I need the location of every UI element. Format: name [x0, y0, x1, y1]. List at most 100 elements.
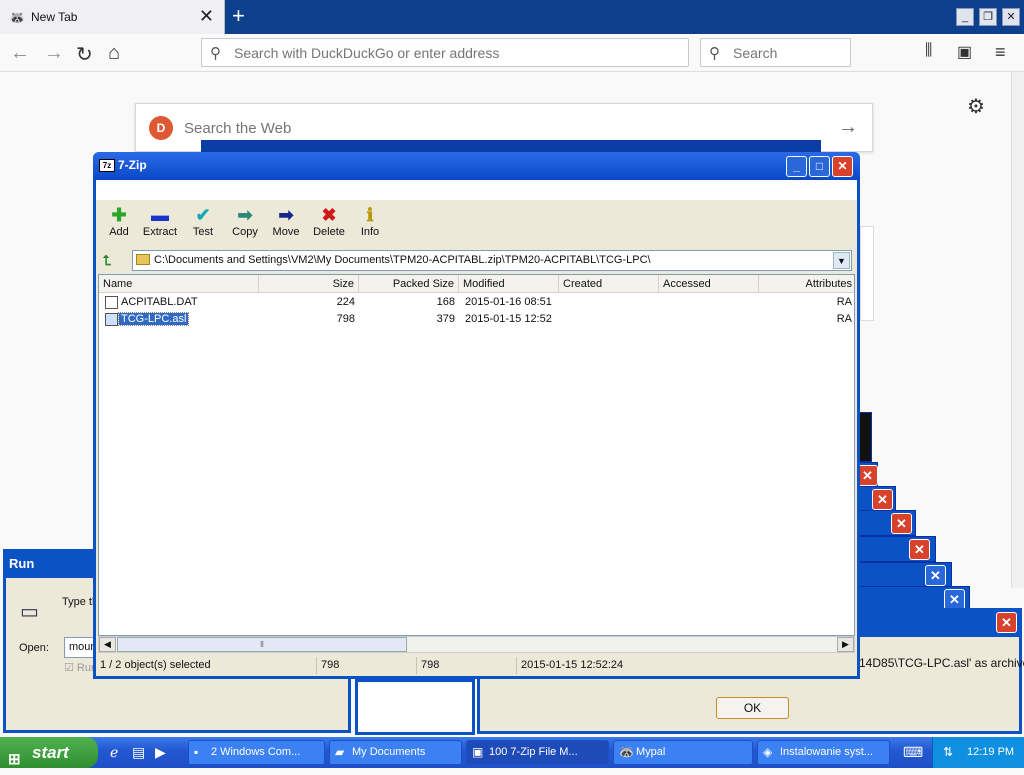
- maximize-button[interactable]: □: [809, 156, 830, 177]
- task-label: 2 Windows Com...: [211, 746, 301, 758]
- task-my-documents[interactable]: ▰ My Documents: [329, 740, 462, 765]
- page-scrollbar[interactable]: [1011, 72, 1024, 588]
- content-card: [860, 226, 874, 321]
- gear-icon[interactable]: ⚙: [967, 94, 985, 119]
- close-icon[interactable]: ✕: [857, 465, 878, 486]
- file-size: 224: [336, 296, 355, 308]
- test-button[interactable]: ✔ Test: [181, 204, 225, 238]
- test-icon: ✔: [195, 205, 211, 225]
- column-created[interactable]: Created: [559, 275, 659, 293]
- file-modified: 2015-01-15 12:52: [465, 313, 552, 325]
- minimize-window-button[interactable]: _: [956, 8, 974, 26]
- library-icon[interactable]: ⫼: [925, 42, 932, 60]
- new-tab-icon[interactable]: +: [232, 3, 245, 29]
- close-icon[interactable]: ✕: [925, 565, 946, 586]
- copy-button[interactable]: ➡ Copy: [223, 204, 267, 238]
- copy-label: Copy: [232, 226, 258, 238]
- task-installer[interactable]: ◈ Instalowanie syst...: [757, 740, 890, 765]
- restore-window-button[interactable]: ❐: [979, 8, 997, 26]
- task-mypal[interactable]: 🦝 Mypal: [613, 740, 753, 765]
- file-name: ACPITABL.DAT: [121, 296, 198, 308]
- column-modified[interactable]: Modified: [459, 275, 559, 293]
- close-icon[interactable]: ✕: [996, 612, 1017, 633]
- ie-icon[interactable]: ℯ: [110, 744, 118, 761]
- file-icon: [105, 313, 118, 326]
- search-icon: ⚲: [210, 45, 221, 62]
- mypal-favicon-icon: 🦝: [9, 10, 26, 25]
- file-attributes: RA: [836, 296, 852, 308]
- chevron-down-icon[interactable]: ▼: [833, 252, 850, 269]
- column-accessed[interactable]: Accessed: [659, 275, 759, 293]
- dialog-message: 1​4D85\TCG-LPC.asl' as archive: [859, 656, 1024, 670]
- forward-icon[interactable]: →: [44, 42, 64, 65]
- url-input[interactable]: [232, 44, 672, 62]
- back-icon[interactable]: ←: [10, 42, 30, 65]
- tab-new-tab[interactable]: 🦝 New Tab ✕: [0, 0, 225, 34]
- add-label: Add: [109, 226, 129, 238]
- keyboard-icon[interactable]: ⌨: [903, 744, 923, 761]
- close-icon[interactable]: ✕: [872, 489, 893, 510]
- info-button[interactable]: ℹ Info: [348, 204, 392, 238]
- status-modified: 2015-01-15 12:52:24: [516, 657, 623, 674]
- menu-icon[interactable]: ≡: [995, 42, 1006, 63]
- start-button[interactable]: ⊞ start: [0, 737, 98, 768]
- path-row: ⮤ C:\Documents and Settings\VM2\My Docum…: [96, 250, 857, 272]
- window-titlebar: 7z 7-Zip _ □ ✕: [93, 152, 860, 180]
- browser-nav-bar: ← → ↻ ⌂ ⚲ ⚲ ⫼ ▣ ≡: [0, 34, 1024, 72]
- folder-icon: ▰: [335, 745, 345, 759]
- background-dialog: ✕: [857, 462, 878, 488]
- delete-button[interactable]: ✖ Delete: [307, 204, 351, 238]
- path-combobox[interactable]: C:\Documents and Settings\VM2\My Documen…: [132, 250, 852, 271]
- folder-up-icon[interactable]: ⮤: [103, 252, 111, 269]
- media-player-icon[interactable]: ▶: [155, 744, 166, 761]
- scroll-right-icon[interactable]: ▶: [837, 637, 854, 652]
- url-bar[interactable]: ⚲: [201, 38, 689, 67]
- close-icon[interactable]: ✕: [891, 513, 912, 534]
- close-icon[interactable]: ✕: [909, 539, 930, 560]
- table-row[interactable]: TCG-LPC.asl 798 379 2015-01-15 12:52 RA: [99, 311, 854, 328]
- network-icon[interactable]: ⇅: [943, 745, 953, 759]
- windows-flag-icon: ⊞: [8, 751, 21, 768]
- info-label: Info: [360, 226, 380, 238]
- close-icon[interactable]: ✕: [944, 589, 965, 610]
- close-window-button[interactable]: ✕: [1002, 8, 1020, 26]
- task-windows-command[interactable]: ▪ 2 Windows Com...: [188, 740, 325, 765]
- table-row[interactable]: ACPITABL.DAT 224 168 2015-01-16 08:51 RA: [99, 294, 854, 311]
- search-icon: ⚲: [709, 45, 720, 62]
- delete-icon: ✖: [321, 205, 337, 225]
- task-label: Mypal: [636, 746, 666, 758]
- reload-icon[interactable]: ↻: [76, 42, 93, 67]
- move-button[interactable]: ➡ Move: [264, 204, 308, 238]
- sidebar-icon[interactable]: ▣: [957, 42, 972, 62]
- close-button[interactable]: ✕: [832, 156, 853, 177]
- test-label: Test: [192, 226, 214, 238]
- horizontal-scrollbar[interactable]: ◀ ⦀ ▶: [98, 636, 855, 653]
- scroll-thumb[interactable]: ⦀: [117, 637, 407, 652]
- column-size[interactable]: Size: [259, 275, 359, 293]
- folder-icon: [136, 254, 150, 265]
- web-search-input[interactable]: [182, 119, 782, 138]
- column-packed-size[interactable]: Packed Size: [359, 275, 459, 293]
- scroll-left-icon[interactable]: ◀: [99, 637, 116, 652]
- file-list[interactable]: Name Size Packed Size Modified Created A…: [98, 274, 855, 636]
- delete-label: Delete: [313, 226, 345, 238]
- close-tab-icon[interactable]: ✕: [199, 6, 214, 27]
- file-icon: [105, 296, 118, 309]
- extract-button[interactable]: ▬ Extract: [138, 204, 182, 238]
- search-input[interactable]: [731, 44, 841, 62]
- search-bar[interactable]: ⚲: [700, 38, 851, 67]
- task-7zip[interactable]: ▣ 100 7-Zip File M...: [466, 740, 609, 765]
- run-description: Type the name of a program, folder, docu…: [62, 596, 97, 608]
- file-packed-size: 168: [436, 296, 455, 308]
- sevenzip-window: 7z 7-Zip _ □ ✕ ✚ Add ▬ Extract ✔ Test ➡ Copy…: [93, 152, 860, 679]
- status-selected: 1 / 2 object(s) selected: [100, 659, 211, 671]
- tab-title: New Tab: [31, 10, 78, 24]
- column-name[interactable]: Name: [99, 275, 259, 293]
- column-attributes[interactable]: Attributes: [759, 275, 854, 293]
- minimize-button[interactable]: _: [786, 156, 807, 177]
- add-button[interactable]: ✚ Add: [97, 204, 141, 238]
- home-icon[interactable]: ⌂: [108, 42, 120, 65]
- explorer-icon[interactable]: ▤: [132, 744, 145, 761]
- arrow-right-icon[interactable]: →: [838, 116, 858, 139]
- ok-button[interactable]: OK: [716, 697, 789, 719]
